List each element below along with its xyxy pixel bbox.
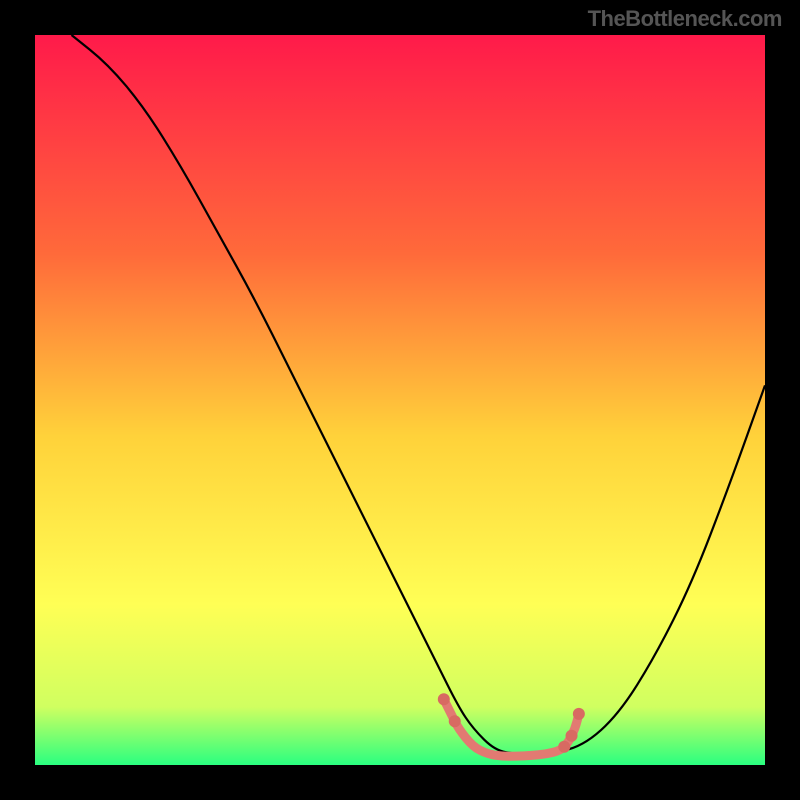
watermark-text: TheBottleneck.com (588, 6, 782, 32)
highlight-dot (449, 715, 461, 727)
highlight-dot (558, 741, 570, 753)
chart-plot-area (35, 35, 765, 765)
highlight-dot (438, 693, 450, 705)
chart-svg (35, 35, 765, 765)
highlight-dot (573, 708, 585, 720)
highlight-dot (566, 730, 578, 742)
